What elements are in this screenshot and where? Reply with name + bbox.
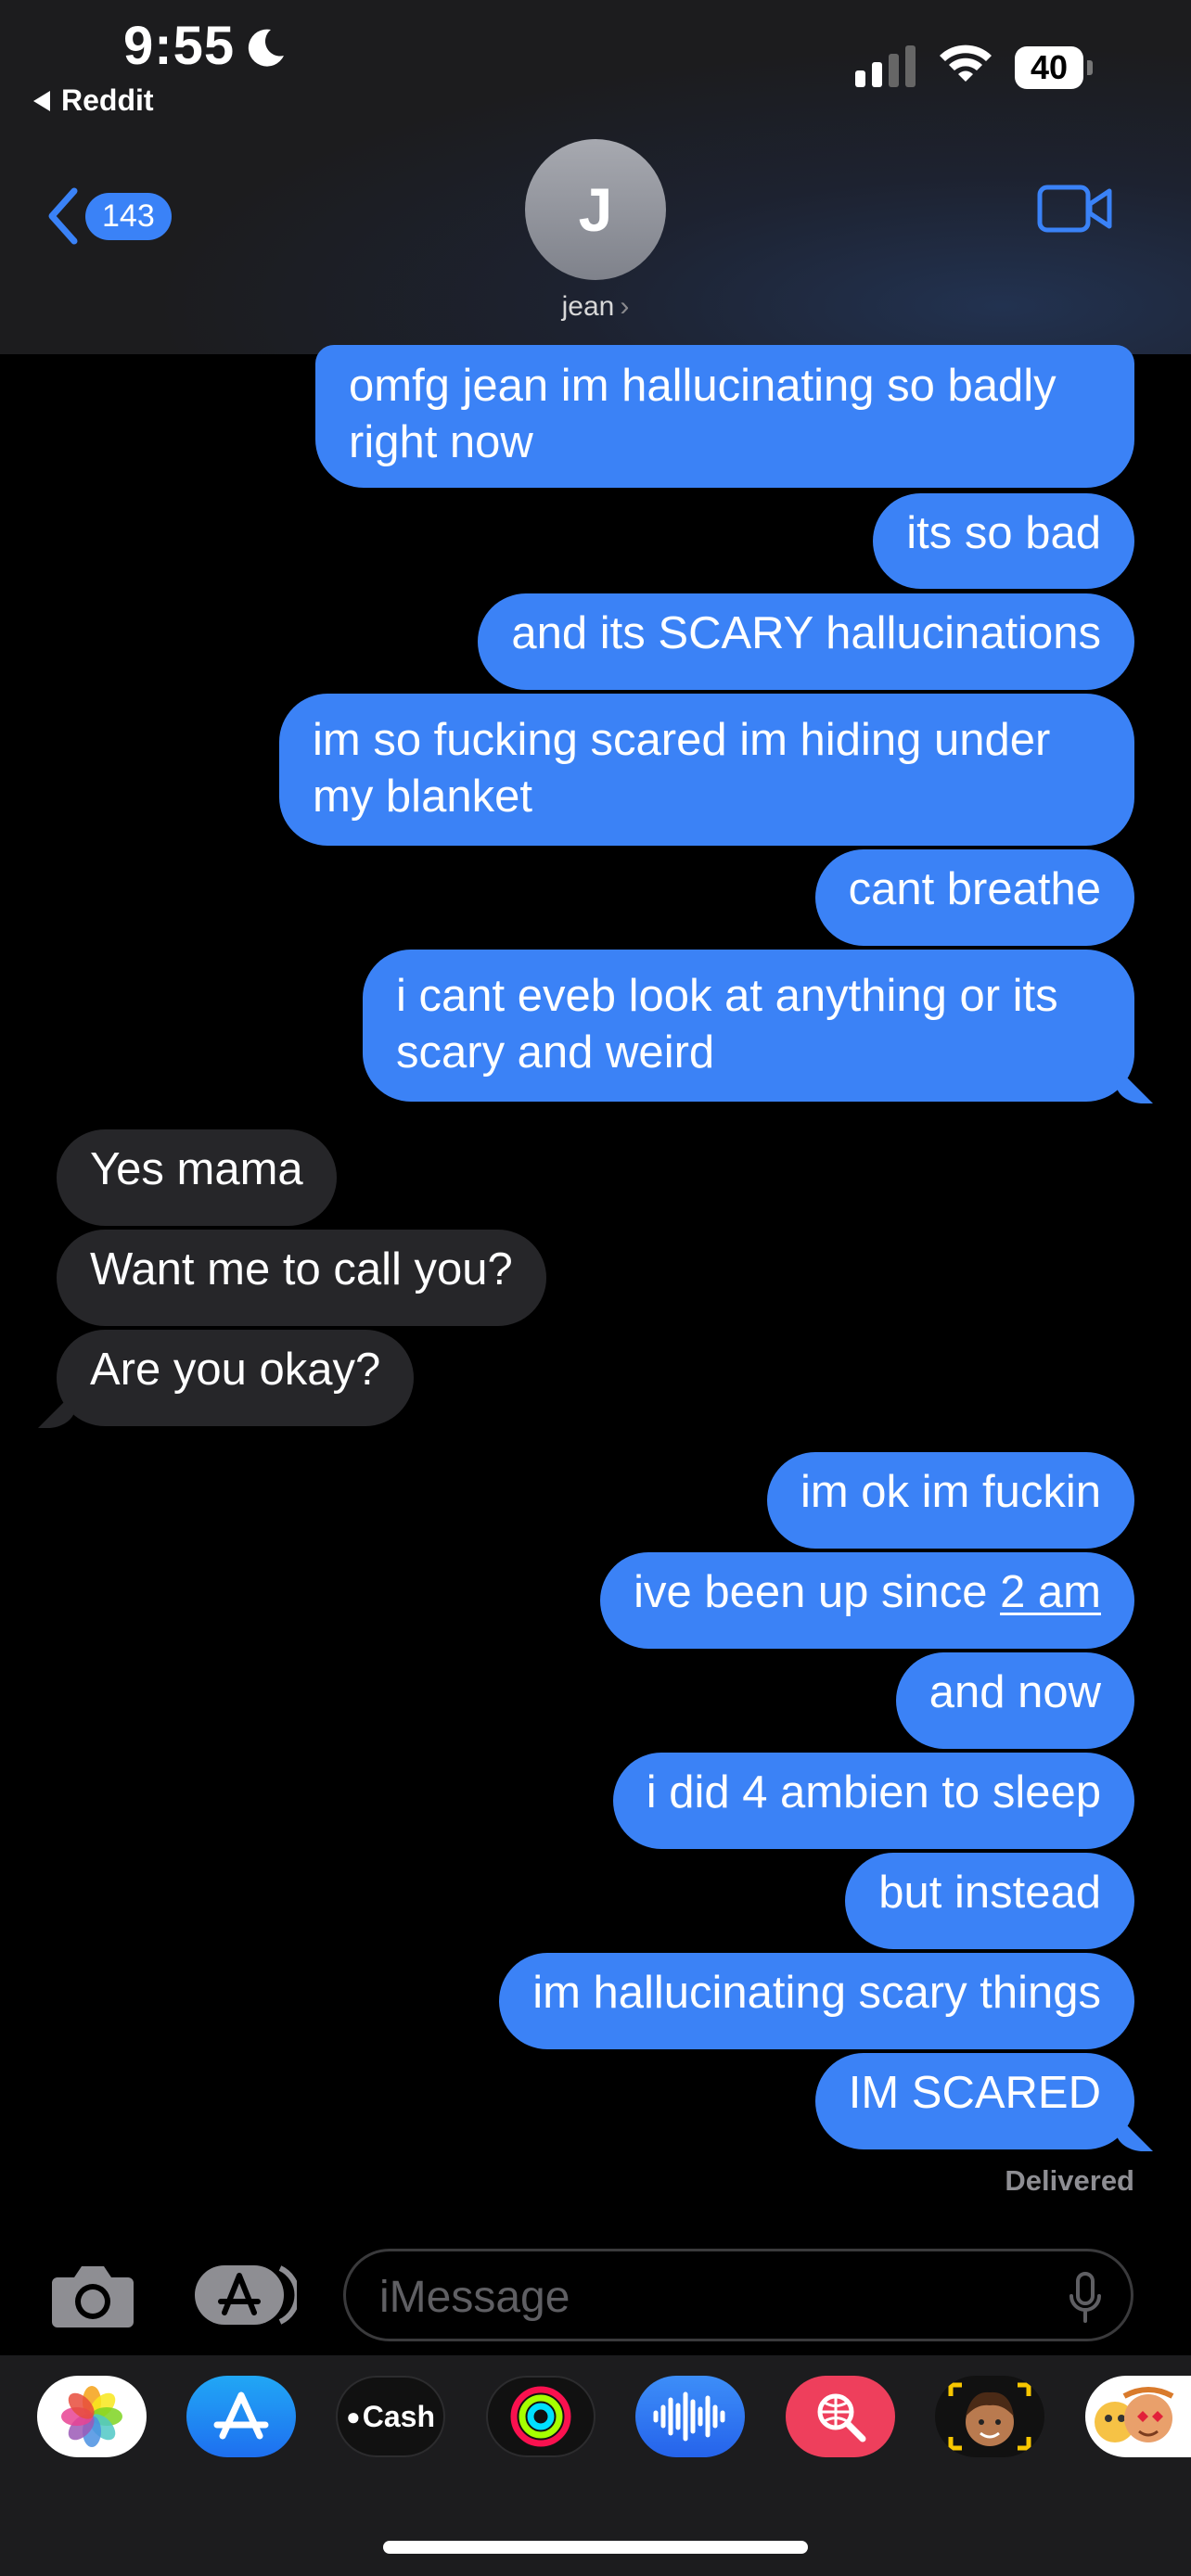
message-bubble-incoming[interactable]: Yes mama: [57, 1129, 337, 1226]
cellular-signal-icon: [855, 41, 916, 87]
message-bubble-outgoing[interactable]: IM SCARED: [814, 2053, 1134, 2149]
message-text: and now: [928, 1667, 1101, 1717]
battery-level: 40: [1015, 46, 1083, 89]
back-app-label: Reddit: [61, 83, 154, 117]
magnifier-globe-icon: [817, 2393, 866, 2442]
chevron-right-icon: ›: [620, 291, 630, 322]
message-text: Are you okay?: [90, 1345, 381, 1395]
message-text: scary and weird: [396, 1027, 715, 1078]
unread-count-badge: 143: [85, 192, 172, 240]
message-text: IM SCARED: [848, 2068, 1101, 2118]
microphone-icon[interactable]: [1068, 2272, 1103, 2324]
message-text: im ok im fuckin: [800, 1467, 1101, 1517]
photos-app-icon[interactable]: [37, 2376, 147, 2457]
message-bubble-outgoing[interactable]: and now: [895, 1652, 1134, 1749]
message-text: ive been up since: [634, 1567, 1001, 1617]
message-bubble-outgoing[interactable]: im hallucinating scary things: [499, 1953, 1134, 2049]
message-bubble-outgoing[interactable]: omfg jean im hallucinating so badly righ…: [315, 345, 1134, 488]
memoji-face-icon: [948, 2382, 1031, 2451]
wifi-icon: [940, 45, 992, 82]
message-bubble-outgoing[interactable]: cant breathe: [814, 849, 1134, 946]
battery-indicator: 40: [1015, 46, 1095, 89]
waveform-icon: [653, 2391, 725, 2442]
animoji-faces-icon: [1095, 2387, 1174, 2442]
message-text: i did 4 ambien to sleep: [646, 1767, 1101, 1817]
message-text: Yes mama: [90, 1144, 303, 1194]
message-text: Want me to call you?: [90, 1244, 513, 1294]
message-bubble-outgoing[interactable]: i did 4 ambien to sleep: [612, 1753, 1134, 1849]
back-to-app-link[interactable]: Reddit: [33, 83, 154, 118]
message-text: and its SCARY hallucinations: [511, 608, 1101, 658]
message-bubble-outgoing[interactable]: and its SCARY hallucinations: [478, 593, 1134, 690]
message-text: right now: [349, 417, 533, 467]
apple-logo-icon: ●: [346, 2402, 361, 2430]
app-store-a-icon: [213, 2391, 269, 2440]
message-bubble-outgoing[interactable]: i cant eveb look at anything or its scar…: [363, 950, 1134, 1102]
moon-icon: [248, 29, 284, 67]
delivered-status: Delivered: [1005, 2164, 1134, 2197]
photos-flower-icon: [61, 2386, 122, 2447]
message-bubble-outgoing[interactable]: im ok im fuckin: [766, 1452, 1134, 1549]
message-input-placeholder: iMessage: [379, 2273, 570, 2322]
message-text: but instead: [878, 1868, 1101, 1918]
message-text: its so bad: [906, 508, 1101, 558]
message-bubble-outgoing[interactable]: its so bad: [873, 493, 1134, 589]
back-button[interactable]: 143: [45, 185, 172, 247]
contact-avatar[interactable]: J: [525, 139, 666, 280]
message-bubble-incoming[interactable]: Are you okay?: [57, 1330, 415, 1426]
facetime-video-icon[interactable]: [1037, 180, 1113, 237]
activity-rings-icon: [510, 2386, 571, 2447]
audio-message-icon[interactable]: [635, 2376, 745, 2457]
apple-cash-label: Cash: [362, 2399, 435, 2433]
image-search-icon[interactable]: [786, 2376, 895, 2457]
back-triangle-icon: [33, 90, 50, 111]
apps-icon[interactable]: [193, 2263, 297, 2327]
status-time: 9:55: [123, 16, 236, 76]
conversation-header: 9:55 Reddit 40 143 J jean ›: [0, 0, 1191, 354]
memoji-icon[interactable]: [935, 2376, 1044, 2457]
message-bubble-outgoing[interactable]: ive been up since 2 am: [600, 1552, 1134, 1649]
message-text: omfg jean im hallucinating so badly: [349, 361, 1057, 411]
message-text: cant breathe: [848, 864, 1101, 914]
app-store-icon[interactable]: [186, 2376, 296, 2457]
apple-cash-icon[interactable]: ● Cash: [336, 2376, 445, 2457]
animoji-icon[interactable]: [1085, 2376, 1191, 2457]
message-text: i cant eveb look at anything or its: [396, 971, 1058, 1021]
message-input[interactable]: iMessage: [343, 2249, 1133, 2341]
contact-name-label: jean: [561, 291, 615, 322]
fitness-icon[interactable]: [486, 2376, 596, 2457]
message-text: im so fucking scared im hiding under: [313, 715, 1051, 765]
chevron-left-icon: [48, 187, 78, 245]
message-bubble-incoming[interactable]: Want me to call you?: [57, 1230, 546, 1326]
camera-icon[interactable]: [50, 2263, 135, 2329]
message-bubble-outgoing[interactable]: but instead: [845, 1853, 1134, 1949]
contact-name[interactable]: jean ›: [0, 291, 1191, 323]
home-indicator[interactable]: [383, 2541, 808, 2554]
time-link[interactable]: 2 am: [1000, 1567, 1101, 1617]
message-text: my blanket: [313, 772, 532, 822]
message-bubble-outgoing[interactable]: im so fucking scared im hiding under my …: [279, 694, 1134, 846]
message-text: im hallucinating scary things: [532, 1968, 1101, 2018]
